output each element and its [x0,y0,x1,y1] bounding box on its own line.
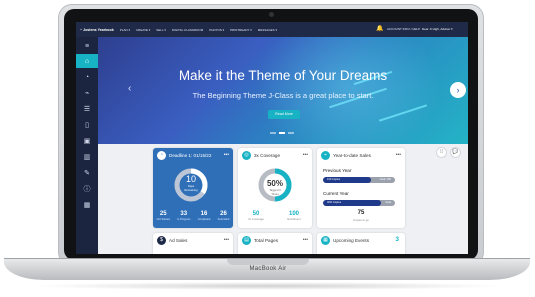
card-header: ▤ Total Pages ••• [238,233,312,247]
trend-icon: ⌁ [321,150,330,160]
app-screen: ~ Jostens Yearbook PLAN ▾ CREATE ▾ SELL … [76,22,468,254]
target-icon: ◎ [242,150,251,160]
account-help-link[interactable]: ACCOUNT INFO / HELP [387,27,420,31]
app-logo[interactable]: ~ Jostens Yearbook [80,28,114,32]
nav-sell[interactable]: SELL ▾ [156,28,166,32]
coverage-percent-label: Tagged 3 Times [269,188,281,196]
card-title: Deadline 1: 01/15/22 [169,152,212,158]
coverage-card[interactable]: ◎ 3x Coverage ••• 50% Tagged 3 Times 50 3… [238,148,312,228]
hamburger-icon[interactable]: ≡ [76,39,98,53]
clock-icon[interactable]: ◔ [76,70,98,84]
ytd-sales-card[interactable]: ⌁ Year-to-date Sales ••• Previous Year 1… [317,148,405,228]
camera-dot [269,12,274,17]
stat-not-started: 25 Not Started [156,211,170,221]
dollar-icon: $ [157,235,166,245]
stat-completed: 16 Completed [197,211,211,221]
total-pages-card[interactable]: ▤ Total Pages ••• [238,233,312,254]
laptop-notch [227,259,309,265]
calendar-icon: ▦ [321,235,330,245]
coverage-right-stat: 100 Enrollment [287,211,301,221]
nav-plan[interactable]: PLAN ▾ [120,28,130,32]
card-header: ◔ Deadline 1: 01/15/22 ••• [153,148,233,162]
more-options-icon[interactable]: ••• [303,152,308,158]
carousel-dot[interactable] [279,132,285,134]
nav-printready[interactable]: PRINTREADY ▾ [230,28,252,32]
card-title: Ad Sales [169,237,188,243]
chat-icon[interactable]: 💬 [450,147,461,158]
grid-view-icon[interactable]: ⁞⁞ [436,147,447,158]
user-menu[interactable]: Dear Jr High, Adviser ▾ [422,27,453,31]
card-header: $ Ad Sales ••• [153,233,233,247]
deadline-stats: 25 Not Started 33 In Progress 16 Completed … [153,211,233,221]
list-icon[interactable]: ☰ [76,102,98,116]
previous-bar-copies: 100 Copies [327,178,341,181]
chart-icon[interactable]: ⌁ [76,86,98,100]
current-year-label: Current Year [323,191,349,196]
more-options-icon[interactable]: ••• [224,152,229,158]
previous-bar-goal: Goal: 150 [379,178,391,181]
card-title: Year-to-date Sales [333,152,371,158]
hero-title: Make it the Theme of Your Dreams [178,68,388,83]
card-title: Upcoming Events [333,237,370,243]
carousel-dot[interactable] [288,132,294,134]
nav-digital-classroom[interactable]: DIGITAL CLASSROOM [172,28,203,32]
ring-label: 10 Days Remaining [173,174,209,192]
book-icon[interactable]: ▥ [76,150,98,164]
copies-to-go-value: 75 [357,210,365,216]
previous-year-bar: 100 Copies Goal: 150 [323,177,395,183]
info-icon[interactable]: ⓘ [76,182,98,196]
document-icon[interactable]: ▯ [76,118,98,132]
days-remaining-value: 10 [185,174,196,184]
carousel-dot[interactable] [270,132,276,134]
more-options-icon[interactable]: ••• [303,237,308,243]
current-bar-goal: Goal [385,201,391,204]
nav-photos[interactable]: PHOTOS ▾ [209,28,224,32]
deadline-card[interactable]: ◔ Deadline 1: 01/15/22 ••• 10 Days Remai… [153,148,233,228]
image-icon[interactable]: ▣ [76,134,98,148]
hero-carousel: ‹ Make it the Theme of Your Dreams The B… [98,37,468,144]
laptop-scene: ~ Jostens Yearbook PLAN ▾ CREATE ▾ SELL … [0,0,535,297]
current-bar-copies: 40% Copies [327,201,341,204]
more-options-icon[interactable]: ••• [224,237,229,243]
current-year-bar: 40% Copies Goal [323,200,395,206]
card-header: ⌁ Year-to-date Sales ••• [317,148,405,162]
previous-year-label: Previous Year [323,168,352,173]
paint-icon[interactable]: ✎ [76,166,98,180]
hero-subtitle: The Beginning Theme J-Class is a great p… [192,91,374,100]
calendar-icon[interactable]: ▦ [76,198,98,212]
laptop-brand-label: MacBook Air [249,266,287,272]
home-icon[interactable]: ⌂ [76,54,98,68]
main-nav: PLAN ▾ CREATE ▾ SELL ▾ DIGITAL CLASSROOM… [120,28,277,32]
pages-icon: ▤ [242,235,251,245]
card-title: 3x Coverage [254,152,281,158]
carousel-indicators [270,132,294,134]
clock-icon: ◔ [157,150,166,160]
nav-messages[interactable]: MESSAGES ▾ [258,28,277,32]
coverage-left-stat: 50 3x Coverage [248,211,264,221]
upcoming-events-card[interactable]: ▦ Upcoming Events 3 [317,233,405,254]
upcoming-events-count: 3 [395,236,399,243]
carousel-next-icon[interactable]: › [450,82,466,98]
card-header: ▦ Upcoming Events [317,233,405,247]
laptop-shadow [30,282,506,290]
card-title: Total Pages [254,237,279,243]
copies-to-go-label: Copies to go [353,218,369,222]
read-more-button[interactable]: Read More [268,110,300,119]
nav-create[interactable]: CREATE ▾ [136,28,150,32]
ad-sales-card[interactable]: $ Ad Sales ••• [153,233,233,254]
left-sidebar: ≡ ⌂ ◔ ⌁ ☰ ▯ ▣ ▥ ✎ ⓘ ▦ [76,37,98,254]
stat-submitted: 26 Submitted [217,211,230,221]
coverage-center: 50% Tagged 3 Times [238,179,312,196]
coverage-percent: 50% [266,179,283,188]
bell-icon[interactable]: 🔔 [376,25,383,32]
days-remaining-label: Days Remaining [184,184,198,192]
more-options-icon[interactable]: ••• [396,152,401,158]
card-header: ◎ 3x Coverage ••• [238,148,312,162]
stat-in-progress: 33 In Progress [177,211,191,221]
